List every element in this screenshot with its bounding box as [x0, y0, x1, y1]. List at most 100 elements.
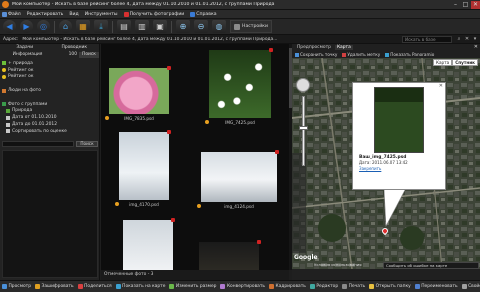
tree-item[interactable]: Рейтинг ок — [0, 67, 99, 74]
clear-icon[interactable]: ✕ — [464, 36, 470, 42]
tree-item-icon — [2, 68, 6, 73]
map-type-satellite[interactable]: Спутник — [452, 59, 478, 66]
photo-thumbnail[interactable] — [199, 242, 259, 270]
tree-item[interactable]: Дата от 01.10.2010 — [0, 114, 99, 121]
menu-bar: Файл Редактировать Вид Инструменты Получить … — [0, 10, 480, 19]
import-icon[interactable]: ⤓ — [94, 20, 108, 33]
rating-badge-icon — [269, 48, 273, 52]
delete-marker-button[interactable]: Удалить метку — [342, 52, 380, 57]
popup-thumbnail[interactable] — [374, 87, 424, 153]
photo-thumbnail[interactable] — [109, 68, 169, 114]
zoom-out-icon[interactable]: ⊖ — [194, 20, 208, 33]
photo-thumbnail[interactable] — [209, 50, 271, 118]
action-icon — [342, 284, 348, 289]
map-icon[interactable]: ◍ — [212, 20, 226, 33]
tree-item[interactable]: Дата до 01.01.2012 — [0, 121, 99, 128]
globe-icon[interactable]: ◎ — [37, 20, 50, 33]
folder-icon[interactable]: ▦ — [76, 20, 90, 33]
action-bar: Просмотр Зашифровать Поделиться Показать на… — [0, 280, 480, 292]
menu-item-1[interactable]: Редактировать — [27, 12, 64, 17]
action-button[interactable]: Переименовать — [414, 284, 458, 289]
tree-item[interactable]: Люди на фото — [0, 87, 99, 94]
report-error-link[interactable]: Сообщить об ошибке на карте — [383, 262, 479, 269]
info-label: Информация — [12, 52, 43, 57]
tree-item[interactable]: Рейтинг ок — [0, 74, 99, 81]
left-panel: Задачи Проводник Информация 100 Поиск + … — [0, 44, 100, 280]
menu-item-0[interactable]: Файл — [2, 11, 21, 17]
tab-tasks[interactable]: Задачи — [0, 44, 50, 51]
menu-icon — [2, 11, 7, 17]
menu-item-5[interactable]: Справка — [190, 11, 217, 17]
action-button[interactable]: Кадрировать — [269, 284, 306, 289]
action-button[interactable]: Изменить размер — [169, 284, 216, 289]
show-panoramio-button[interactable]: Показать Panoramio — [385, 52, 434, 57]
action-button[interactable]: Свойства — [461, 284, 480, 289]
map-view[interactable]: Карта Спутник ✕ Ваш_img_7425.psd Дата: 2… — [292, 58, 480, 269]
pan-control[interactable] — [296, 78, 310, 92]
action-icon — [169, 284, 175, 289]
minimize-button[interactable]: – — [451, 1, 460, 9]
action-button[interactable]: Редактор — [309, 284, 338, 289]
settings-button[interactable]: Настройки — [230, 20, 272, 33]
tab-preview[interactable]: Предпросмотр — [295, 45, 333, 50]
search-button[interactable]: Поиск — [79, 51, 99, 58]
action-label: Конвертировать — [226, 284, 265, 289]
close-button[interactable]: ✕ — [471, 0, 480, 9]
zoom-slider-handle[interactable] — [299, 126, 308, 130]
action-label: Переименовать — [421, 284, 458, 289]
photo-thumbnail[interactable] — [123, 220, 173, 270]
action-button[interactable]: Конвертировать — [220, 284, 265, 289]
action-button[interactable]: Открыть папку — [369, 284, 411, 289]
tree-item[interactable] — [0, 94, 99, 101]
view-icon[interactable]: ▤ — [117, 20, 131, 33]
menu-item-4[interactable]: Получить фотографии — [123, 11, 184, 17]
menu-icon — [190, 11, 196, 17]
tree-item[interactable]: Природа — [0, 108, 99, 115]
dropdown-icon[interactable]: ▾ — [472, 36, 478, 42]
tree-item-icon — [6, 122, 10, 127]
action-button[interactable]: Зашифровать — [35, 284, 74, 289]
search-input[interactable]: Искать в базе — [402, 36, 452, 43]
zoom-in-icon[interactable]: ⊕ — [176, 20, 190, 33]
photo-thumbnail[interactable] — [119, 132, 169, 200]
rating-badge-icon — [257, 240, 261, 244]
tree-item[interactable] — [0, 80, 99, 87]
maximize-button[interactable]: □ — [461, 1, 470, 9]
menu-item-2[interactable]: Вид — [69, 12, 78, 17]
home-icon[interactable]: ⌂ — [59, 20, 72, 33]
action-button[interactable]: Поделиться — [77, 284, 112, 289]
tree-item[interactable]: Сортировать по оценке — [0, 128, 99, 135]
rating-badge-icon — [167, 130, 171, 134]
tab-map[interactable]: Карта — [334, 45, 353, 50]
address-value[interactable]: Мой компьютер - Искать в базе рейсинг бо… — [22, 37, 277, 42]
action-button[interactable]: Просмотр — [2, 284, 31, 289]
save-point-button[interactable]: Сохранить точку — [295, 52, 337, 57]
filter-search-button[interactable]: Поиск — [76, 141, 98, 147]
forward-icon[interactable]: ▶ — [20, 20, 33, 33]
map-type-map[interactable]: Карта — [433, 59, 453, 66]
close-icon[interactable]: ✕ — [474, 44, 478, 50]
action-button[interactable]: Показать на карте — [115, 284, 165, 289]
photo-thumbnail[interactable] — [201, 152, 277, 202]
menu-icon — [123, 11, 129, 17]
popup-pin-link[interactable]: Закрепить — [359, 166, 381, 171]
tree-item-label: Люди на фото — [8, 88, 41, 94]
tree-item-icon — [6, 129, 10, 134]
menu-item-3[interactable]: Инструменты — [85, 12, 118, 17]
slideshow-icon[interactable]: ▣ — [153, 20, 167, 33]
grid-icon[interactable]: ▥ — [135, 20, 149, 33]
filter-input[interactable] — [2, 141, 74, 147]
tree-item[interactable]: + природа — [0, 60, 99, 67]
action-label: Кадрировать — [275, 284, 306, 289]
action-icon — [220, 284, 226, 289]
back-icon[interactable]: ◀ — [3, 20, 16, 33]
search-icon[interactable]: ⌕ — [456, 36, 462, 42]
popup-close-icon[interactable]: ✕ — [439, 83, 443, 89]
tab-explorer[interactable]: Проводник — [50, 44, 100, 51]
terms-link[interactable]: Условия использования — [314, 262, 362, 267]
tree-item[interactable]: Фото с группами — [0, 101, 99, 108]
title-bar: Мой компьютер - Искать в базе рейсинг бо… — [0, 0, 480, 10]
action-button[interactable]: Печать — [342, 284, 365, 289]
tree-item-label: Сортировать по оценке — [12, 128, 67, 134]
zoom-slider[interactable] — [302, 96, 305, 166]
